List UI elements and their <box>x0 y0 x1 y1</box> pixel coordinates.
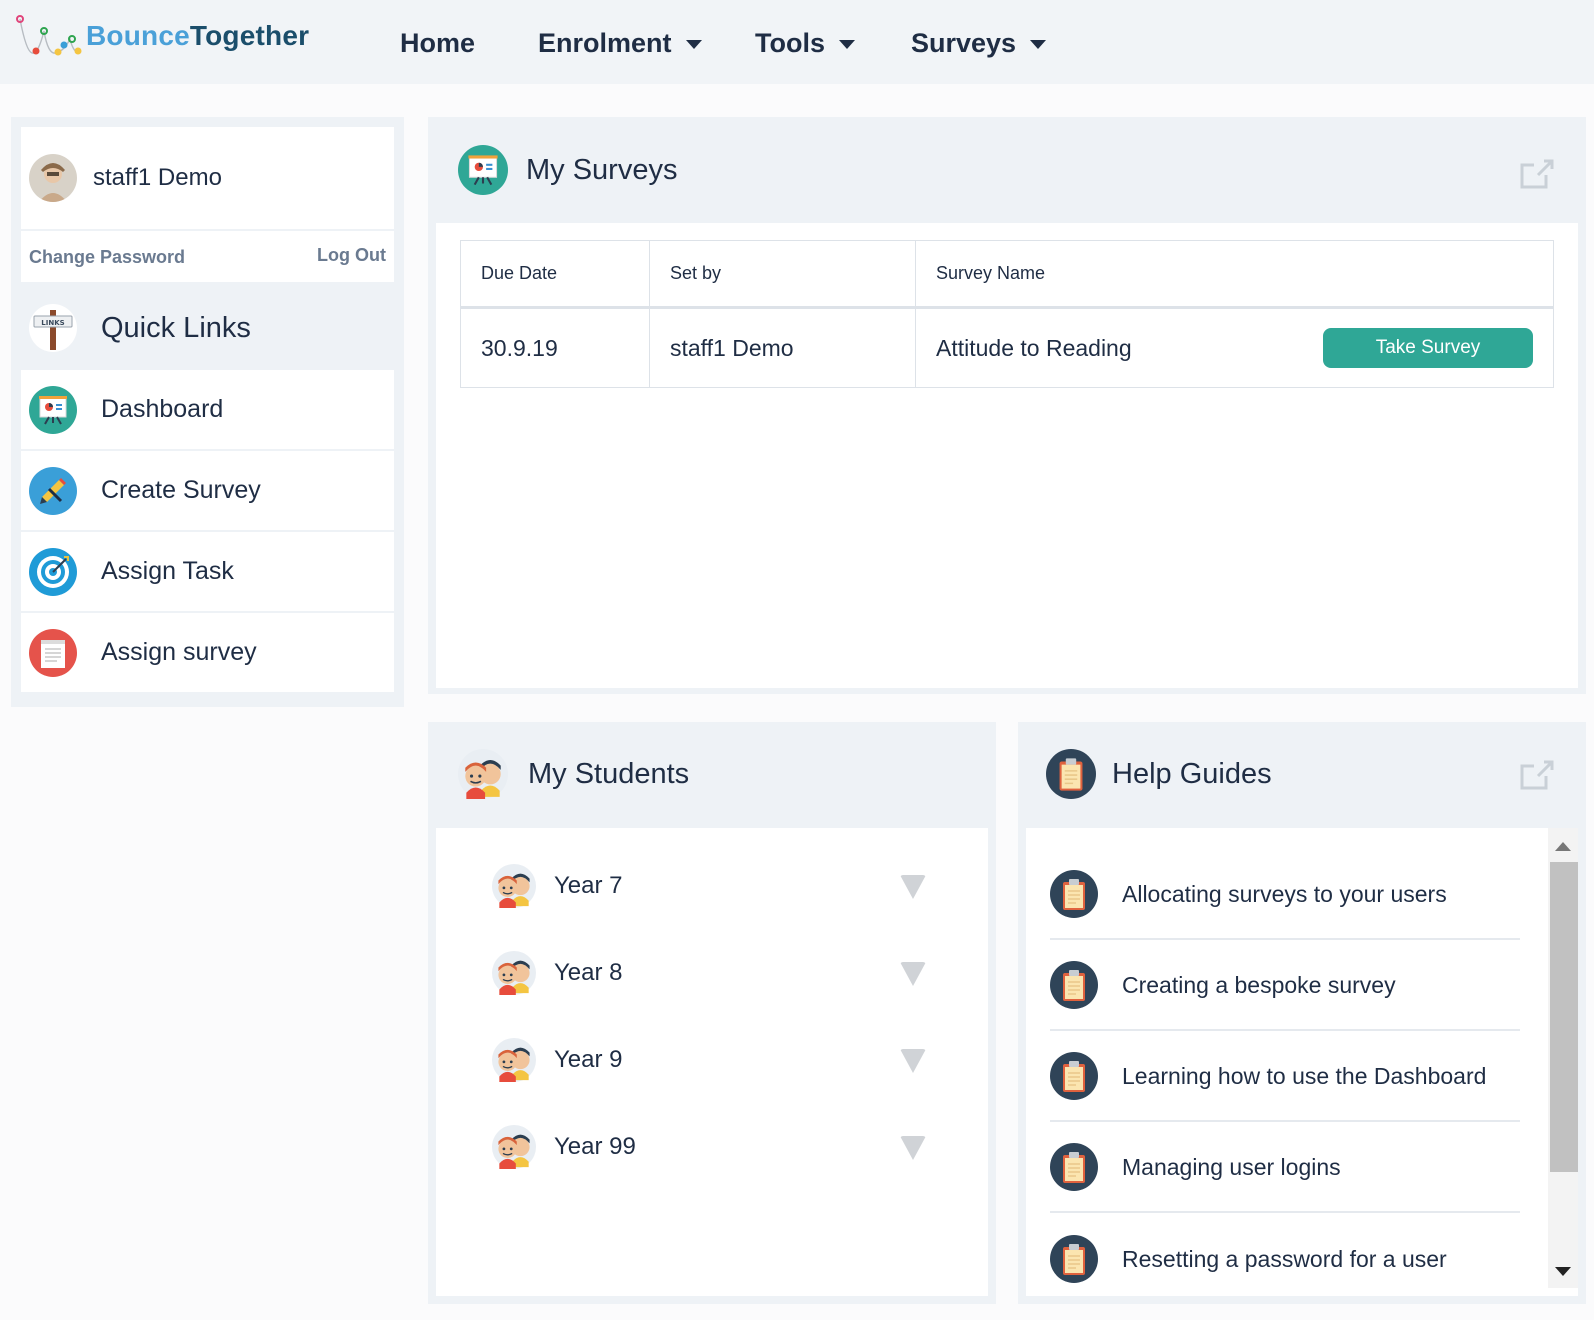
nav-home[interactable]: Home <box>400 28 475 59</box>
caret-down-icon <box>685 40 702 49</box>
quick-links-title: Quick Links <box>101 311 251 344</box>
student-group-year-9[interactable]: Year 9 <box>492 1035 932 1085</box>
column-header-set-by: Set by <box>649 240 916 309</box>
student-group-year-99[interactable]: Year 99 <box>492 1122 932 1172</box>
expand-triangle-icon[interactable] <box>900 1049 926 1073</box>
nav-surveys-dropdown[interactable]: Surveys <box>911 28 1047 59</box>
brand-name: BounceTogether <box>86 20 310 51</box>
clipboard-icon <box>1046 749 1096 799</box>
column-header-survey-name: Survey Name <box>915 240 1554 309</box>
column-header-due-date: Due Date <box>460 240 650 309</box>
my-students-header: My Students <box>428 722 996 826</box>
clipboard-icon <box>1050 1235 1098 1283</box>
help-guides-panel: Help Guides Allocating surveys to your u… <box>1018 722 1586 1304</box>
set-by-cell: staff1 Demo <box>649 307 916 388</box>
quick-link-assign-task[interactable]: Assign Task <box>21 532 394 611</box>
nav-tools-dropdown[interactable]: Tools <box>755 28 855 59</box>
document-icon <box>29 629 77 677</box>
expand-triangle-icon[interactable] <box>900 875 926 899</box>
guide-item[interactable]: Resetting a password for a user <box>1050 1214 1520 1296</box>
clipboard-icon <box>1050 961 1098 1009</box>
expand-triangle-icon[interactable] <box>900 962 926 986</box>
help-guides-title: Help Guides <box>1112 757 1272 790</box>
nav-enrolment-dropdown[interactable]: Enrolment <box>538 28 702 59</box>
quick-link-create-survey[interactable]: Create Survey <box>21 451 394 530</box>
avatar[interactable] <box>29 154 77 202</box>
external-link-icon[interactable] <box>1518 758 1556 792</box>
students-icon <box>458 749 508 799</box>
guide-item[interactable]: Allocating surveys to your users <box>1050 850 1520 940</box>
clipboard-icon <box>1050 870 1098 918</box>
links-signpost-icon <box>29 304 77 352</box>
caret-down-icon <box>839 40 855 49</box>
my-surveys-header: My Surveys <box>428 117 1586 223</box>
student-group-year-8[interactable]: Year 8 <box>492 948 932 998</box>
my-students-title: My Students <box>528 757 690 790</box>
survey-name-cell: Attitude to Reading Take Survey <box>915 307 1554 388</box>
clipboard-icon <box>1050 1143 1098 1191</box>
external-link-icon[interactable] <box>1518 157 1556 191</box>
brand-logo[interactable]: BounceTogether <box>14 8 309 64</box>
account-links: Change Password Log Out <box>21 231 394 282</box>
my-surveys-title: My Surveys <box>526 153 678 186</box>
help-guides-header: Help Guides <box>1018 722 1586 826</box>
students-icon <box>492 1125 536 1169</box>
table-row: 30.9.19 staff1 Demo Attitude to Reading … <box>460 307 1554 388</box>
scroll-down-arrow-icon[interactable] <box>1555 1267 1571 1276</box>
my-students-panel: My Students Year 7 Year 8 Year 9 Year 99 <box>428 722 996 1304</box>
quick-link-dashboard[interactable]: Dashboard <box>21 370 394 449</box>
take-survey-button[interactable]: Take Survey <box>1323 328 1533 368</box>
scroll-up-arrow-icon[interactable] <box>1555 842 1571 851</box>
students-icon <box>492 864 536 908</box>
top-navbar: BounceTogether Home Enrolment Tools Surv… <box>0 0 1594 84</box>
students-icon <box>492 1038 536 1082</box>
help-guides-body: Allocating surveys to your users Creatin… <box>1026 828 1578 1296</box>
surveys-table: Due Date Set by Survey Name 30.9.19 staf… <box>460 240 1554 388</box>
scrollbar-thumb[interactable] <box>1550 862 1578 1172</box>
dashboard-icon <box>29 386 77 434</box>
quick-links-header: Quick Links <box>21 287 394 369</box>
target-icon <box>29 548 77 596</box>
my-students-body: Year 7 Year 8 Year 9 Year 99 <box>436 828 988 1296</box>
student-group-year-7[interactable]: Year 7 <box>492 861 932 911</box>
pencil-icon <box>29 467 77 515</box>
guide-item[interactable]: Learning how to use the Dashboard <box>1050 1032 1520 1122</box>
my-surveys-panel: My Surveys Due Date Set by Survey Name 3… <box>428 117 1586 694</box>
quick-link-assign-survey[interactable]: Assign survey <box>21 613 394 692</box>
user-profile: staff1 Demo <box>21 127 394 229</box>
clipboard-icon <box>1050 1052 1098 1100</box>
expand-triangle-icon[interactable] <box>900 1136 926 1160</box>
bounce-logo-icon <box>16 15 82 56</box>
students-icon <box>492 951 536 995</box>
user-name: staff1 Demo <box>93 164 222 191</box>
caret-down-icon <box>1030 40 1047 49</box>
sidebar: staff1 Demo Change Password Log Out Quic… <box>11 117 404 707</box>
table-header-row: Due Date Set by Survey Name <box>460 240 1554 309</box>
change-password-link[interactable]: Change Password <box>29 247 185 268</box>
log-out-link[interactable]: Log Out <box>317 245 386 266</box>
survey-name: Attitude to Reading <box>936 334 1132 361</box>
due-date-cell: 30.9.19 <box>460 307 650 388</box>
user-avatar-icon <box>29 154 77 202</box>
guide-item[interactable]: Creating a bespoke survey <box>1050 941 1520 1031</box>
guides-scrollbar[interactable] <box>1548 828 1578 1288</box>
my-surveys-body: Due Date Set by Survey Name 30.9.19 staf… <box>436 223 1578 688</box>
dashboard-icon <box>458 145 508 195</box>
guide-item[interactable]: Managing user logins <box>1050 1123 1520 1213</box>
